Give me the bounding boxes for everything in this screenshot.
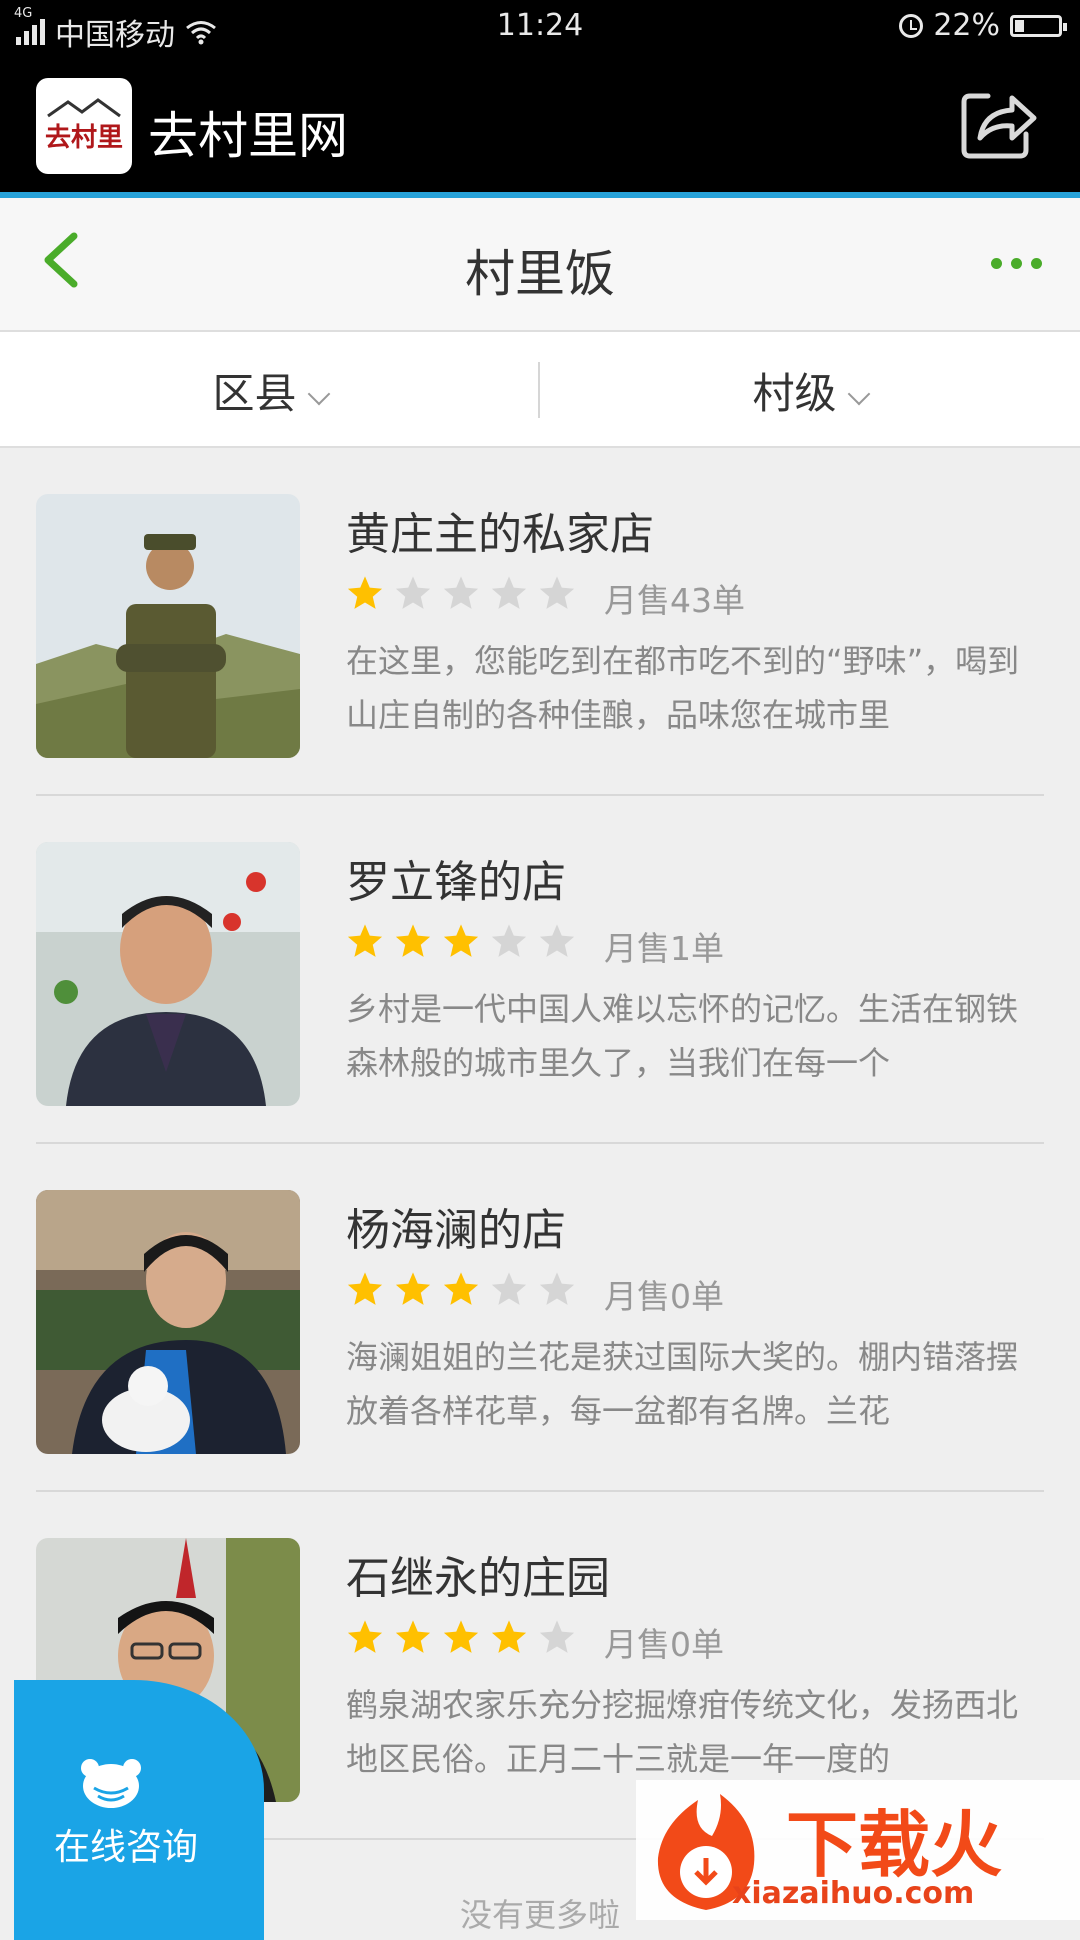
star-filled-icon <box>347 576 383 609</box>
monthly-sales: 月售43单 <box>604 581 745 620</box>
bear-chat-icon <box>81 1759 141 1808</box>
star-empty-icon <box>539 576 575 609</box>
star-filled-icon <box>347 924 383 957</box>
star-filled-icon <box>395 1272 431 1305</box>
shop-name: 杨海澜的店 <box>346 1205 566 1256</box>
watermark: 下载火 xiazaihuo.com <box>636 1780 1080 1920</box>
star-filled-icon <box>395 924 431 957</box>
battery-percent: 22% <box>933 8 1000 43</box>
star-empty-icon <box>491 1272 527 1305</box>
online-consult-label: 在线咨询 <box>54 1827 199 1868</box>
list-item[interactable]: 罗立锋的店 月售1单 乡村是一代中国人难以忘怀的记忆。生活在钢铁森林般的城市里久… <box>0 796 1080 1144</box>
filter-district[interactable]: 区县 <box>0 360 539 421</box>
page-title: 村里饭 <box>465 245 615 303</box>
alarm-icon <box>899 13 924 38</box>
online-consult-button[interactable]: 在线咨询 <box>14 1680 264 1940</box>
filter-village-label: 村级 <box>752 369 837 418</box>
monthly-sales: 月售1单 <box>604 929 724 968</box>
star-filled-icon <box>347 1272 383 1305</box>
star-empty-icon <box>539 1272 575 1305</box>
star-filled-icon <box>443 924 479 957</box>
more-dots-icon[interactable] <box>991 258 1042 269</box>
status-bar: 4G 中国移动 11:24 22% <box>0 0 1080 56</box>
shop-description: 海澜姐姐的兰花是获过国际大奖的。棚内错落摆放着各样花草，每一盆都有名牌。兰花 <box>346 1338 1019 1430</box>
list-item[interactable]: 黄庄主的私家店 月售43单 在这里，您能吃到在都市吃不到的“野味”，喝到山庄自制… <box>0 448 1080 796</box>
shop-description: 鹤泉湖农家乐充分挖掘燎疳传统文化，发扬西北地区民俗。正月二十三就是一年一度的 <box>346 1686 1019 1778</box>
shop-name: 石继永的庄园 <box>346 1553 610 1604</box>
star-filled-icon <box>443 1272 479 1305</box>
list-item[interactable]: 杨海澜的店 月售0单 海澜姐姐的兰花是获过国际大奖的。棚内错落摆放着各样花草，每… <box>0 1144 1080 1492</box>
monthly-sales: 月售0单 <box>604 1277 724 1316</box>
shop-thumbnail <box>36 842 300 1106</box>
shop-list: 黄庄主的私家店 月售43单 在这里，您能吃到在都市吃不到的“野味”，喝到山庄自制… <box>0 448 1080 1840</box>
rating-stars <box>346 574 576 612</box>
star-filled-icon <box>395 1620 431 1653</box>
shop-description: 在这里，您能吃到在都市吃不到的“野味”，喝到山庄自制的各种佳酿，品味您在城市里 <box>346 642 1020 734</box>
app-logo: 去村里 <box>36 78 132 174</box>
star-empty-icon <box>491 576 527 609</box>
app-header: 去村里 去村里网 <box>0 56 1080 192</box>
chevron-down-icon <box>847 382 870 406</box>
svg-text:去村里: 去村里 <box>45 123 123 153</box>
filter-bar: 区县 村级 <box>0 332 1080 448</box>
star-empty-icon <box>395 576 431 609</box>
monthly-sales: 月售0单 <box>604 1625 724 1664</box>
star-empty-icon <box>539 1620 575 1653</box>
star-filled-icon <box>443 1620 479 1653</box>
rating-stars <box>346 922 576 960</box>
nav-bar: 村里饭 <box>0 198 1080 332</box>
shop-name: 罗立锋的店 <box>346 857 566 908</box>
shop-description: 乡村是一代中国人难以忘怀的记忆。生活在钢铁森林般的城市里久了，当我们在每一个 <box>346 990 1019 1082</box>
rating-stars <box>346 1618 576 1656</box>
app-name: 去村里网 <box>148 107 348 165</box>
watermark-url: xiazaihuo.com <box>732 1876 975 1911</box>
rating-stars <box>346 1270 576 1308</box>
filter-district-label: 区县 <box>212 369 297 418</box>
shop-thumbnail <box>36 494 300 758</box>
logo-mark: 去村里 <box>45 98 123 153</box>
battery-icon <box>1010 14 1067 37</box>
star-empty-icon <box>491 924 527 957</box>
shop-thumbnail <box>36 1190 300 1454</box>
star-filled-icon <box>491 1620 527 1653</box>
filter-village[interactable]: 村级 <box>540 360 1079 421</box>
star-empty-icon <box>539 924 575 957</box>
share-icon[interactable] <box>958 82 1038 162</box>
shop-name: 黄庄主的私家店 <box>346 509 654 560</box>
chevron-down-icon <box>307 382 330 406</box>
star-empty-icon <box>443 576 479 609</box>
star-filled-icon <box>347 1620 383 1653</box>
